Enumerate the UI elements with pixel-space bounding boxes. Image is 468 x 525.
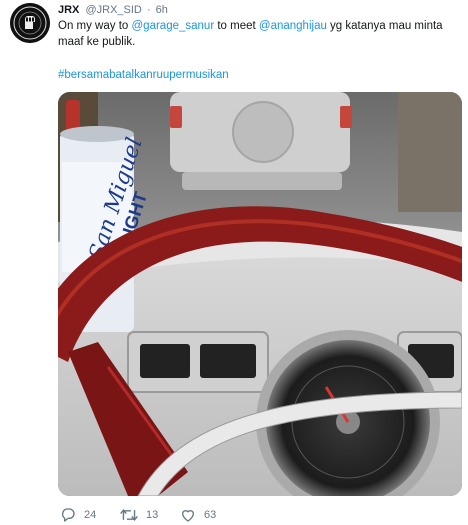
avatar-logo-icon	[10, 3, 50, 43]
tweet-text: On my way to @garage_sanur to meet @anan…	[58, 18, 448, 50]
reply-button[interactable]: 24	[60, 506, 96, 524]
avatar[interactable]	[10, 3, 50, 43]
mention-link[interactable]: @ananghijau	[259, 20, 327, 32]
like-count: 63	[204, 509, 217, 521]
like-icon	[182, 510, 194, 522]
hashtag-line: #bersamabatalkanruupermusikan	[58, 67, 229, 83]
reply-count: 24	[84, 509, 97, 521]
car-interior-photo: San Miguel LIGHT	[58, 92, 462, 496]
like-button[interactable]: 63	[180, 506, 216, 524]
reply-icon	[61, 508, 75, 522]
tweet-actions: 24 13 63	[58, 506, 358, 524]
media-image[interactable]: San Miguel LIGHT	[58, 92, 462, 496]
tweet-header: JRX @JRX_SID · 6h	[58, 3, 168, 17]
mention-link[interactable]: @garage_sanur	[132, 20, 215, 32]
hashtag-link[interactable]: #bersamabatalkanruupermusikan	[58, 69, 229, 81]
retweet-count: 13	[146, 509, 159, 521]
retweet-icon	[120, 509, 138, 521]
tweet-text-part: to meet	[214, 20, 259, 32]
separator-dot: ·	[146, 4, 151, 16]
tweet-text-part: On my way to	[58, 20, 132, 32]
user-handle[interactable]: @JRX_SID	[85, 4, 141, 16]
retweet-button[interactable]: 13	[120, 506, 158, 524]
tweet[interactable]: JRX @JRX_SID · 6h On my way to @garage_s…	[0, 0, 468, 525]
display-name[interactable]: JRX	[58, 4, 79, 16]
timestamp[interactable]: 6h	[156, 4, 168, 16]
